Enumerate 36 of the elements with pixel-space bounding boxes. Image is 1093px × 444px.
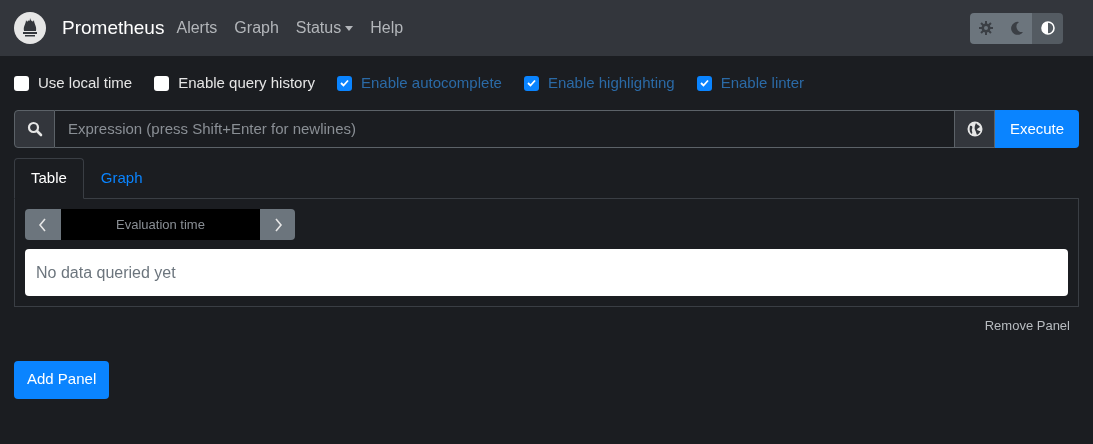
remove-panel-link[interactable]: Remove Panel [984,316,1070,336]
panel-tab[interactable]: Graph [83,158,160,199]
option-label: Enable linter [720,72,805,93]
checkbox[interactable] [336,75,352,91]
nav-link[interactable]: Graph [234,16,279,40]
brand-title[interactable]: Prometheus [62,13,165,43]
no-data-message: No data queried yet [36,262,176,283]
panel-tab[interactable]: Table [14,158,84,199]
flame-logo-icon [14,12,46,44]
theme-button[interactable] [1032,12,1063,44]
checkbox[interactable] [523,75,539,91]
option-label: Enable highlighting [547,72,675,93]
nav-link[interactable]: Help [370,16,404,40]
globe-icon [966,121,983,137]
contrast-icon [1040,21,1055,35]
execute-button[interactable]: Execute [995,110,1079,148]
chevron-left-icon [38,217,48,232]
checkbox[interactable] [14,75,29,91]
moon-icon [1010,21,1023,35]
check-icon [339,79,349,87]
option-label: Enable query history [178,72,315,93]
nav-link[interactable]: Status [295,16,354,40]
chevron-right-icon [272,217,283,232]
evaluation-time-input[interactable]: Evaluation time [61,209,260,240]
check-icon [526,79,536,87]
add-panel-button[interactable]: Add Panel [14,360,110,399]
expression-input[interactable]: Expression (press Shift+Enter for newlines) [55,110,954,148]
metrics-explorer-button[interactable] [954,110,995,148]
search-icon [14,110,55,148]
settings-icon [978,21,993,35]
nav-link[interactable]: Alerts [176,16,218,40]
option-label: Use local time [38,72,133,93]
check-icon [699,79,709,87]
option-label: Enable autocomplete [360,72,502,93]
checkbox[interactable] [154,75,170,91]
checkbox[interactable] [696,75,712,91]
